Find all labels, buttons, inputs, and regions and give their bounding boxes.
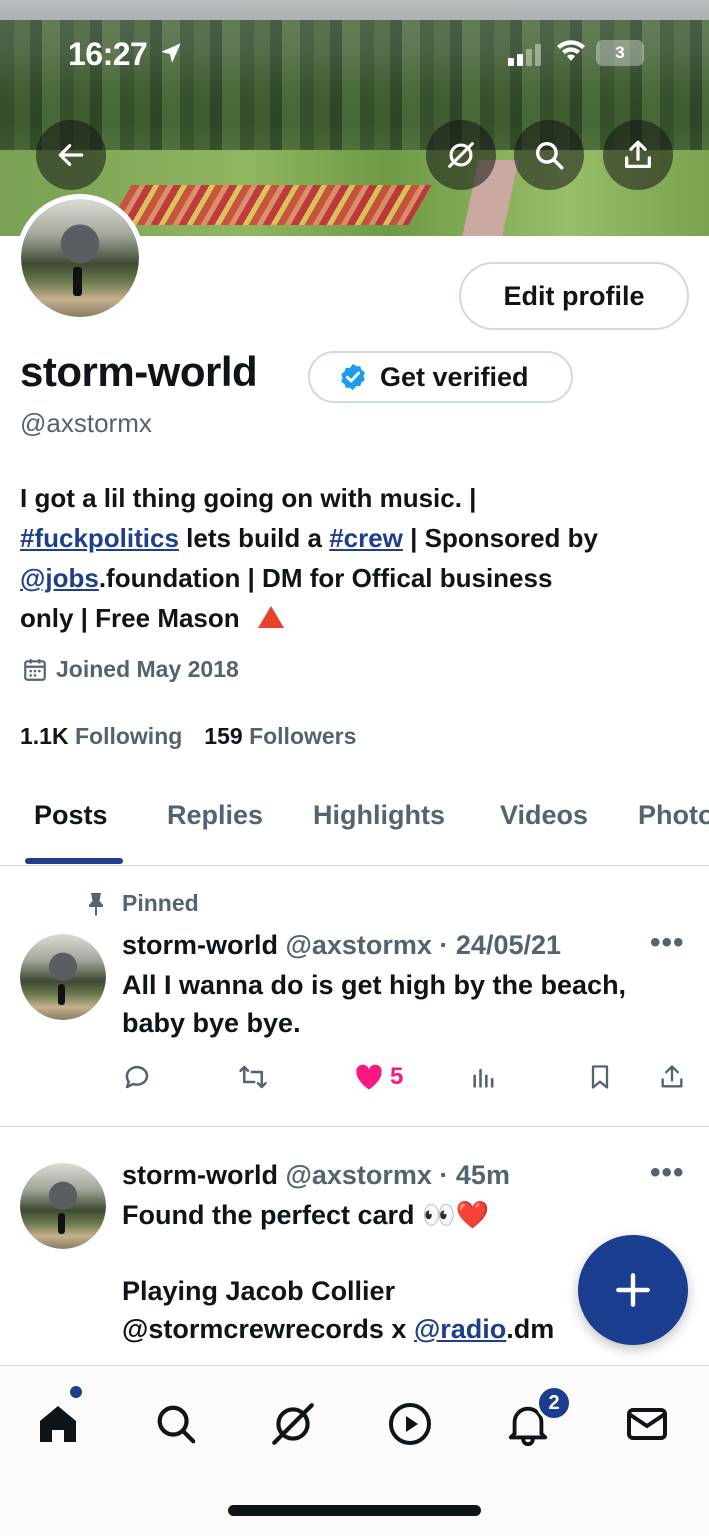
nav-video[interactable] (382, 1396, 438, 1452)
home-unread-dot (70, 1386, 82, 1398)
mention-link[interactable]: @radio (414, 1314, 506, 1344)
status-bar: 16:27 3 (0, 30, 709, 74)
post-text[interactable]: All I wanna do is get high by the beach,… (122, 966, 682, 1042)
active-tab-indicator (25, 858, 123, 864)
heart-filled-icon (356, 1064, 382, 1090)
share-icon (661, 1065, 683, 1088)
reply-button[interactable] (122, 1058, 152, 1096)
like-count: 5 (390, 1063, 404, 1090)
post-author-name[interactable]: storm-world (122, 1160, 278, 1190)
home-indicator (228, 1505, 481, 1516)
grok-icon (448, 142, 474, 168)
search-icon (157, 1405, 196, 1444)
battery-indicator: 3 (596, 40, 644, 66)
post-divider (0, 1126, 709, 1127)
play-circle-icon (389, 1403, 431, 1445)
following-link[interactable]: 1.1K Following (20, 723, 182, 750)
back-button[interactable] (36, 120, 106, 190)
profile-name: storm-world (20, 348, 258, 395)
profile-tabs: Posts Replies Highlights Videos Photos (0, 770, 709, 866)
post-header: storm-world @axstormx · 24/05/21 (122, 930, 561, 961)
post-avatar[interactable] (20, 1163, 106, 1249)
post-handle-time: @axstormx · 45m (285, 1160, 510, 1190)
get-verified-label: Get verified (380, 361, 529, 392)
compose-post-button[interactable] (578, 1235, 688, 1345)
location-arrow-icon (158, 40, 184, 73)
followers-link[interactable]: 159 Followers (204, 723, 356, 750)
repost-button[interactable] (236, 1058, 270, 1096)
profile-bio: I got a lil thing going on with music. |… (20, 483, 598, 633)
mention-link[interactable]: @jobs (20, 563, 99, 593)
status-time: 16:27 (68, 36, 148, 72)
red-triangle-icon (257, 606, 284, 628)
reply-icon (125, 1065, 149, 1089)
post-text[interactable]: Found the perfect card 👀❤️ Playing Jacob… (122, 1196, 602, 1348)
tab-replies[interactable]: Replies (167, 800, 263, 831)
post-more-button[interactable]: ••• (650, 926, 685, 960)
bookmark-icon (591, 1065, 609, 1089)
share-button[interactable] (603, 120, 673, 190)
repost-icon (239, 1065, 267, 1089)
post-handle-time: @axstormx · 24/05/21 (285, 930, 562, 960)
joined-date: Joined May 2018 (22, 656, 239, 683)
search-button[interactable] (514, 120, 584, 190)
tab-posts[interactable]: Posts (34, 800, 108, 831)
notifications-badge: 2 (536, 1385, 572, 1421)
like-button[interactable]: 5 (354, 1058, 403, 1096)
home-icon (40, 1406, 76, 1442)
pinned-label: Pinned (84, 890, 199, 917)
plus-icon (616, 1273, 650, 1307)
post-header: storm-world @axstormx · 45m (122, 1160, 510, 1191)
post-more-button[interactable]: ••• (650, 1156, 685, 1190)
grok-icon (272, 1403, 314, 1445)
tab-photos[interactable]: Photos (638, 800, 709, 831)
calendar-icon (24, 658, 46, 681)
tab-videos[interactable]: Videos (500, 800, 588, 831)
post-avatar[interactable] (20, 934, 106, 1020)
search-icon (535, 141, 564, 170)
nav-grok[interactable] (265, 1396, 321, 1452)
pin-icon (89, 892, 103, 916)
nav-messages[interactable] (619, 1396, 675, 1452)
tab-highlights[interactable]: Highlights (313, 800, 445, 831)
wifi-icon (556, 38, 586, 70)
views-button[interactable] (470, 1058, 498, 1096)
edit-profile-button[interactable]: Edit profile (459, 262, 689, 330)
nav-search[interactable] (148, 1396, 204, 1452)
analytics-icon (473, 1068, 494, 1088)
profile-handle: @axstormx (20, 408, 152, 438)
profile-avatar[interactable] (16, 194, 144, 322)
verified-badge-icon (341, 363, 365, 391)
get-verified-button[interactable]: Get verified (308, 351, 573, 403)
follow-stats: 1.1K Following 159 Followers (20, 723, 356, 750)
grok-button[interactable] (426, 120, 496, 190)
post-author-name[interactable]: storm-world (122, 930, 278, 960)
share-post-button[interactable] (658, 1058, 686, 1096)
bookmark-button[interactable] (586, 1058, 614, 1096)
post-actions: 5 (0, 1058, 709, 1098)
hashtag-link[interactable]: #fuckpolitics (20, 523, 179, 553)
share-icon (625, 140, 651, 168)
cellular-signal-icon (508, 44, 544, 66)
nav-home[interactable] (30, 1396, 86, 1452)
back-arrow-icon (58, 144, 84, 166)
mail-icon (627, 1408, 667, 1440)
hashtag-link[interactable]: #crew (329, 523, 403, 553)
